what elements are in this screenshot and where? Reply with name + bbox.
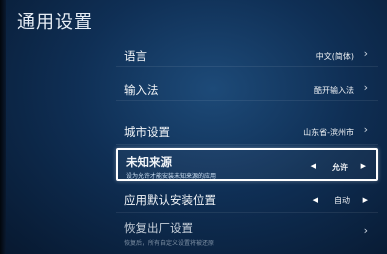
screen-bezel [0,0,6,254]
setting-description: 设为允许才能安装未知来源的应用 [126,173,217,180]
setting-label: 未知来源 [126,155,172,169]
setting-value: 山东省-滨州市 [303,128,354,137]
setting-row-city[interactable]: 城市设置 山东省-滨州市 › [116,117,378,145]
setting-value: 酷开输入法 [314,86,354,95]
setting-label: 城市设置 [124,125,170,139]
arrow-left-icon[interactable]: ◀ [313,196,318,204]
setting-description: 恢复后，所有自定义设置将被还原 [124,240,215,247]
setting-value: 自动 [334,196,350,205]
setting-label: 应用默认安装位置 [124,193,216,207]
chevron-right-icon: › [363,47,368,60]
chevron-right-icon: › [363,123,368,136]
setting-row-install-location[interactable]: 应用默认安装位置 ◀ 自动 ▶ [116,185,378,213]
arrow-left-icon[interactable]: ◀ [311,162,316,170]
setting-row-input-method[interactable]: 输入法 酷开输入法 › [116,76,378,101]
setting-row-factory-reset[interactable]: 恢复出厂设置 恢复后，所有自定义设置将被还原 › [116,216,378,250]
setting-row-language[interactable]: 语言 中文(简体) › [116,42,378,67]
chevron-right-icon: › [363,224,368,237]
setting-row-unknown-sources[interactable]: 未知来源 设为允许才能安装未知来源的应用 ◀ 允许 ▶ [116,148,378,181]
setting-value: 允许 [332,163,348,172]
page-title: 通用设置 [17,12,93,33]
setting-value: 中文(简体) [315,52,354,61]
setting-label: 输入法 [124,83,159,97]
arrow-right-icon[interactable]: ▶ [363,196,368,204]
chevron-right-icon: › [363,81,368,94]
arrow-right-icon[interactable]: ▶ [361,162,366,170]
setting-label: 语言 [124,49,147,63]
setting-label: 恢复出厂设置 [124,221,193,235]
